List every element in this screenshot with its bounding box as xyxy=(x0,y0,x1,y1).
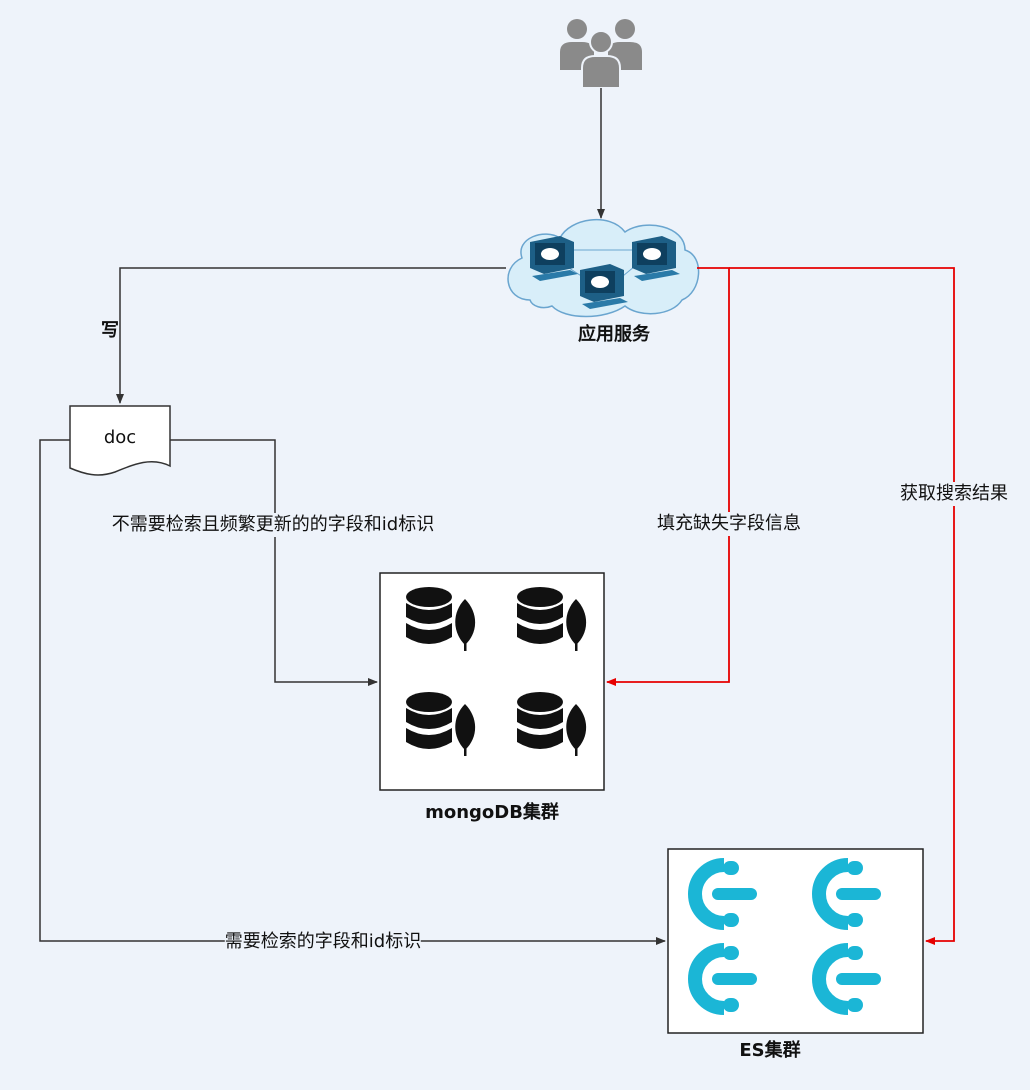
edge-label-doc-to-es: 需要检索的字段和id标识 xyxy=(224,930,422,954)
edge-write xyxy=(116,267,506,404)
doc-label: doc xyxy=(103,427,137,448)
edge-doc-to-mongo xyxy=(170,439,378,686)
diagram-canvas xyxy=(39,19,955,1034)
edge-label-write: 写 xyxy=(101,319,119,343)
edge-label-doc-to-mongo: 不需要检索且频繁更新的的字段和id标识 xyxy=(111,513,435,537)
edge-app-to-es xyxy=(729,267,955,945)
mongodb-cluster-label: mongoDB集群 xyxy=(425,801,559,825)
mongodb-cluster-box xyxy=(379,572,605,791)
es-cluster-label: ES集群 xyxy=(739,1039,801,1063)
cloud-network-icon xyxy=(507,218,700,318)
app-service-label: 应用服务 xyxy=(578,323,650,347)
users-group-icon xyxy=(560,19,642,89)
edge-label-app-to-es: 获取搜索结果 xyxy=(900,482,1008,506)
edge-label-app-to-mongo: 填充缺失字段信息 xyxy=(657,512,801,536)
architecture-diagram: 应用服务 doc 写 不需要检索且频繁更新的的字段和id标识 填充缺失字段信息 … xyxy=(0,0,1030,1090)
